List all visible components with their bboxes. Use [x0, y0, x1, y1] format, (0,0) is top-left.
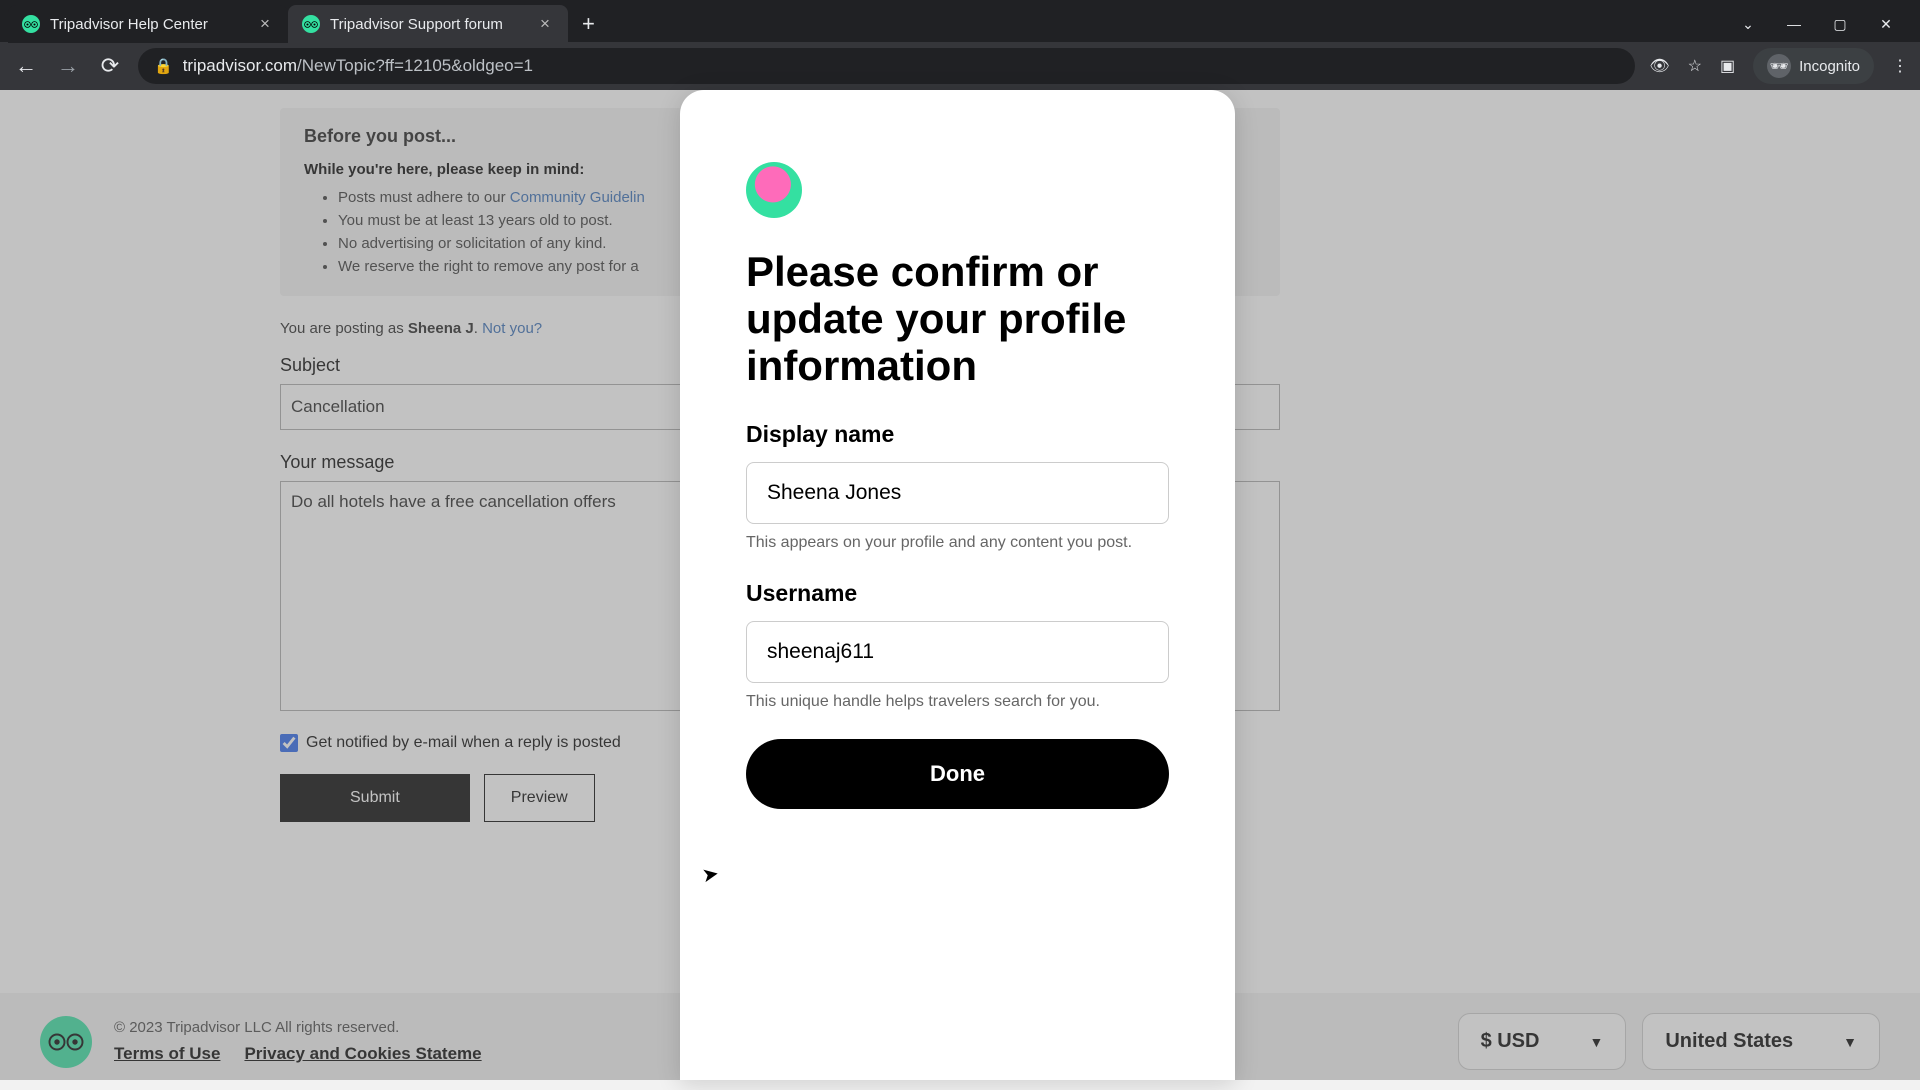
tab-title: Tripadvisor Help Center — [50, 16, 208, 33]
forward-button[interactable]: → — [54, 53, 82, 79]
username-input[interactable] — [746, 621, 1169, 683]
incognito-icon: 🕶 — [1767, 54, 1791, 78]
incognito-label: Incognito — [1799, 58, 1860, 75]
avatar — [746, 162, 802, 218]
modal-title: Please confirm or update your profile in… — [746, 248, 1169, 389]
minimize-icon[interactable]: — — [1782, 16, 1806, 33]
address-bar: ← → ⟳ 🔒 tripadvisor.com/NewTopic?ff=1210… — [0, 42, 1920, 90]
display-name-hint: This appears on your profile and any con… — [746, 534, 1169, 552]
url-bar[interactable]: 🔒 tripadvisor.com/NewTopic?ff=12105&oldg… — [138, 48, 1635, 84]
tripadvisor-favicon — [302, 15, 320, 33]
bookmark-icon[interactable]: ☆ — [1688, 56, 1702, 76]
chevron-down-icon[interactable]: ⌄ — [1736, 16, 1760, 33]
menu-icon[interactable]: ⋮ — [1892, 56, 1908, 76]
maximize-icon[interactable]: ▢ — [1828, 16, 1852, 33]
close-icon[interactable]: × — [256, 15, 274, 33]
lock-icon: 🔒 — [154, 57, 173, 75]
profile-confirm-modal: Please confirm or update your profile in… — [680, 90, 1235, 1080]
url-domain: tripadvisor.com — [183, 56, 297, 75]
url-path: /NewTopic?ff=12105&oldgeo=1 — [297, 56, 533, 75]
browser-chrome: Tripadvisor Help Center × Tripadvisor Su… — [0, 0, 1920, 90]
extension-icon[interactable]: ▣ — [1720, 56, 1735, 76]
close-icon[interactable]: × — [536, 15, 554, 33]
display-name-input[interactable] — [746, 462, 1169, 524]
reload-button[interactable]: ⟳ — [96, 53, 124, 79]
back-button[interactable]: ← — [12, 53, 40, 79]
display-name-label: Display name — [746, 421, 1169, 448]
tab-help-center[interactable]: Tripadvisor Help Center × — [8, 5, 288, 43]
username-hint: This unique handle helps travelers searc… — [746, 693, 1169, 711]
new-tab-button[interactable]: + — [568, 5, 609, 43]
tab-support-forum[interactable]: Tripadvisor Support forum × — [288, 5, 568, 43]
username-label: Username — [746, 580, 1169, 607]
eye-off-icon[interactable]: 👁 — [1649, 56, 1669, 76]
window-controls: ⌄ — ▢ ✕ — [1736, 16, 1912, 33]
page-content: Before you post... While you're here, pl… — [0, 90, 1920, 1080]
tab-title: Tripadvisor Support forum — [330, 16, 503, 33]
incognito-badge[interactable]: 🕶 Incognito — [1753, 48, 1874, 84]
tripadvisor-favicon — [22, 15, 40, 33]
close-window-icon[interactable]: ✕ — [1874, 16, 1898, 33]
tab-bar: Tripadvisor Help Center × Tripadvisor Su… — [0, 0, 1920, 42]
done-button[interactable]: Done — [746, 739, 1169, 809]
